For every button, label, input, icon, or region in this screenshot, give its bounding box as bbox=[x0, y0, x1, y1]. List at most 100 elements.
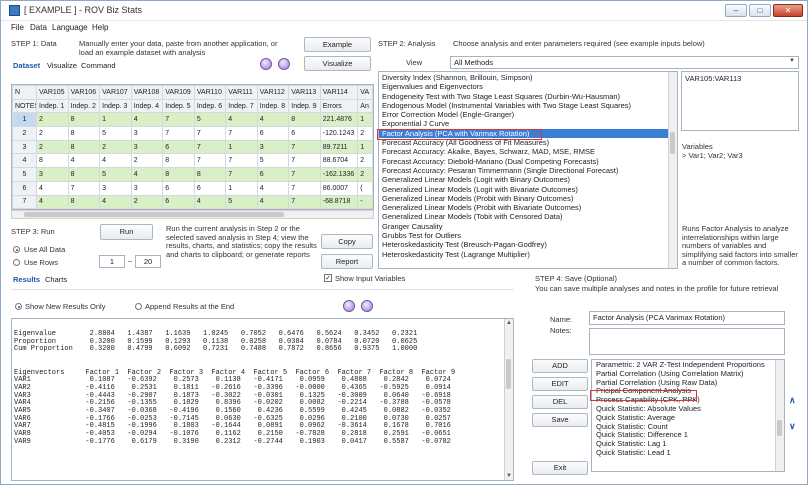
grid-cell[interactable]: VAR111 bbox=[225, 85, 258, 100]
table-row[interactable]: 6 4 7 3 3 6 6 1 4 7 86.0007( bbox=[12, 180, 373, 196]
view-select[interactable]: All Methods ▼ bbox=[450, 56, 799, 69]
grid-cell[interactable]: 3 bbox=[36, 167, 69, 182]
grid-cell[interactable]: 89.7211 bbox=[319, 139, 359, 155]
results-scrollbar-thumb[interactable] bbox=[506, 359, 511, 389]
table-row[interactable]: 1 2 8 1 4 7 5 4 4 8 221.4876 1 bbox=[12, 112, 373, 128]
append-results-radio[interactable] bbox=[135, 303, 142, 310]
method-list-item[interactable]: Heteroskedasticity Test (Lagrange Multip… bbox=[379, 250, 677, 259]
grid-cell[interactable]: 8 bbox=[67, 139, 101, 155]
grid-cell[interactable]: 4 bbox=[99, 194, 132, 209]
grid-cell[interactable]: 5 bbox=[225, 194, 258, 209]
zoom-in-icon[interactable] bbox=[260, 58, 272, 70]
grid-cell[interactable]: 4 bbox=[130, 167, 164, 182]
method-list-item[interactable]: Generalized Linear Models (Probit with B… bbox=[379, 203, 677, 212]
grid-cell[interactable]: 2 bbox=[130, 153, 164, 169]
grid-cell[interactable]: 86.0007 bbox=[319, 180, 359, 196]
results-zoom-in-icon[interactable] bbox=[343, 300, 355, 312]
grid-cell[interactable]: 2 bbox=[99, 139, 132, 155]
parameter-input[interactable]: VAR105:VAR113 bbox=[681, 71, 799, 131]
grid-cell[interactable]: 8 bbox=[67, 126, 101, 141]
method-list-item[interactable]: Endogenous Model (Instrumental Variables… bbox=[379, 101, 677, 110]
grid-cell[interactable]: 3 bbox=[99, 180, 132, 196]
method-list-item[interactable]: Generalized Linear Models (Probit with B… bbox=[379, 194, 677, 203]
grid-cell[interactable]: VAR106 bbox=[67, 85, 101, 100]
grid-cell[interactable]: Indep. 3 bbox=[99, 98, 132, 114]
rows-from-input[interactable]: 1 bbox=[99, 255, 125, 268]
add-button[interactable]: ADD bbox=[532, 359, 588, 373]
grid-cell[interactable]: 1 bbox=[357, 139, 373, 155]
grid-cell[interactable]: Errors bbox=[319, 98, 359, 114]
grid-cell[interactable]: Indep. 2 bbox=[67, 98, 101, 114]
method-list-item[interactable]: Eigenvalues and Eigenvectors bbox=[379, 82, 677, 91]
table-row[interactable]: 3 2 8 2 3 6 7 1 3 7 89.7211 1 bbox=[12, 139, 373, 155]
grid-cell[interactable]: 6 bbox=[288, 126, 321, 141]
grid-cell[interactable]: 8 bbox=[67, 194, 101, 209]
grid-cell[interactable]: VA bbox=[357, 85, 373, 100]
grid-cell[interactable]: An bbox=[357, 98, 373, 114]
maximize-button[interactable]: □ bbox=[749, 4, 771, 17]
grid-cell[interactable]: 5 bbox=[193, 112, 227, 128]
grid-cell[interactable]: 7 bbox=[288, 194, 321, 209]
table-row[interactable]: NOTESIndep. 1Indep. 2Indep. 3Indep. 4Ind… bbox=[12, 98, 373, 114]
menu-help[interactable]: Help bbox=[92, 23, 108, 32]
move-down-icon[interactable]: ∨ bbox=[789, 421, 796, 432]
method-list-item[interactable]: Forecast Accuracy: Diebold-Mariano (Dual… bbox=[379, 157, 677, 166]
grid-cell[interactable]: VAR114 bbox=[319, 85, 359, 100]
grid-cell[interactable]: 2 bbox=[357, 126, 373, 141]
method-list-item[interactable]: Forecast Accuracy: Pesaran Timmermann (S… bbox=[379, 166, 677, 175]
table-row[interactable]: N VAR105 VAR106 VAR107 VAR108 VAR109 VAR110 VAR… bbox=[12, 85, 373, 100]
table-row[interactable]: 4 8 4 4 2 8 7 7 5 7 88.6704 2 bbox=[12, 153, 373, 169]
menu-language[interactable]: Language bbox=[52, 23, 88, 32]
grid-cell[interactable]: 4 bbox=[256, 194, 290, 209]
use-rows-radio[interactable] bbox=[13, 259, 20, 266]
grid-cell[interactable]: 7 bbox=[288, 139, 321, 155]
grid-cell[interactable]: 8 bbox=[288, 112, 321, 128]
grid-cell[interactable]: 3 bbox=[130, 180, 164, 196]
close-button[interactable]: ✕ bbox=[773, 4, 803, 17]
grid-cell[interactable]: 7 bbox=[225, 153, 258, 169]
grid-cell[interactable]: 8 bbox=[162, 167, 195, 182]
grid-cell[interactable]: 8 bbox=[36, 153, 69, 169]
edit-button[interactable]: EDIT bbox=[532, 377, 588, 391]
scrollbar-thumb[interactable] bbox=[24, 212, 284, 217]
methods-scrollbar-thumb[interactable] bbox=[670, 132, 675, 154]
grid-cell[interactable]: 6 bbox=[162, 139, 195, 155]
grid-cell[interactable]: Indep. 7 bbox=[225, 98, 258, 114]
grid-cell[interactable]: Indep. 1 bbox=[36, 98, 69, 114]
move-up-icon[interactable]: ∧ bbox=[789, 395, 796, 406]
grid-cell[interactable]: 1 bbox=[357, 112, 373, 128]
grid-cell[interactable]: 4 bbox=[193, 194, 227, 209]
method-list-item[interactable]: Generalized Linear Models (Logit with Bi… bbox=[379, 175, 677, 184]
show-input-variables-checkbox[interactable]: ✓ bbox=[324, 274, 332, 282]
grid-cell[interactable]: 4 bbox=[225, 112, 258, 128]
grid-cell[interactable]: 7 bbox=[67, 180, 101, 196]
visualize-button[interactable]: Visualize bbox=[304, 56, 371, 71]
grid-cell[interactable]: 5 bbox=[99, 126, 132, 141]
grid-cell[interactable]: -120.1243 bbox=[319, 126, 359, 141]
results-zoom-out-icon[interactable] bbox=[361, 300, 373, 312]
menu-file[interactable]: File bbox=[11, 23, 24, 32]
grid-cell[interactable]: 7 bbox=[193, 153, 227, 169]
method-list-item[interactable]: Error Correction Model (Engle-Granger) bbox=[379, 110, 677, 119]
saved-scrollbar-thumb[interactable] bbox=[777, 420, 782, 436]
grid-cell[interactable]: 3 bbox=[130, 139, 164, 155]
grid-cell[interactable]: 4 bbox=[99, 153, 132, 169]
grid-cell[interactable]: 8 bbox=[67, 167, 101, 182]
grid-cell[interactable]: 4 bbox=[67, 153, 101, 169]
grid-cell[interactable]: 2 bbox=[357, 167, 373, 182]
grid-cell[interactable]: 8 bbox=[67, 112, 101, 128]
grid-cell[interactable]: 7 bbox=[288, 167, 321, 182]
methods-list[interactable]: Diversity Index (Shannon, Brillouin, Sim… bbox=[378, 71, 678, 269]
table-row[interactable]: 2 2 8 5 3 7 7 7 6 6 -120.1243 2 bbox=[12, 126, 373, 141]
grid-cell[interactable]: 6 bbox=[193, 180, 227, 196]
grid-cell[interactable]: 2 bbox=[130, 194, 164, 209]
method-list-item[interactable]: Exponential J Curve bbox=[379, 119, 677, 128]
grid-cell[interactable]: 3 bbox=[130, 126, 164, 141]
method-list-item[interactable]: Diversity Index (Shannon, Brillouin, Sim… bbox=[379, 73, 677, 82]
grid-cell[interactable]: VAR110 bbox=[193, 85, 227, 100]
table-row[interactable]: 5 3 8 5 4 8 8 7 6 7 -162.1336 2 bbox=[12, 167, 373, 182]
saved-list-item[interactable]: Quick Statistic: Lead 1 bbox=[592, 448, 784, 458]
grid-cell[interactable]: 88.6704 bbox=[319, 153, 359, 169]
methods-vertical-scrollbar[interactable] bbox=[668, 72, 677, 268]
tab-command[interactable]: Command bbox=[81, 61, 116, 70]
